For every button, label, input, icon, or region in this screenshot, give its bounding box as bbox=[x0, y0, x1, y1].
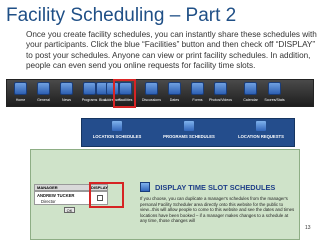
nav-label: Forms bbox=[192, 98, 203, 102]
nav-item-home[interactable]: Home bbox=[11, 80, 30, 107]
nav-item-forms[interactable]: Forms bbox=[188, 80, 207, 107]
display-highlight-box bbox=[89, 182, 124, 208]
facilities-highlight-box bbox=[113, 79, 136, 108]
display-schedules-area: MANAGER DISPLAY ANDREW TUCKER Director O… bbox=[30, 149, 300, 240]
calendar-icon bbox=[244, 82, 257, 95]
photos-icon bbox=[214, 82, 227, 95]
manager-role: Director bbox=[41, 199, 56, 204]
programs-icon bbox=[184, 121, 194, 131]
home-icon bbox=[14, 82, 27, 95]
nav-item-discussions[interactable]: Discussions bbox=[142, 80, 161, 107]
slide-title: Facility Scheduling – Part 2 bbox=[6, 5, 237, 26]
nav-label: News bbox=[62, 98, 71, 102]
general-icon bbox=[37, 82, 50, 95]
nav-label: Photos/Videos bbox=[208, 98, 233, 102]
nav-label: Dates bbox=[169, 98, 180, 102]
location-requests-button[interactable]: LOCATION REQUESTS bbox=[234, 119, 288, 147]
manager-column-header: MANAGER bbox=[34, 184, 90, 191]
news-icon bbox=[60, 82, 73, 95]
ok-button[interactable]: OK bbox=[64, 207, 75, 213]
manager-name: ANDREW TUCKER bbox=[37, 193, 75, 198]
location-icon bbox=[112, 121, 122, 131]
slide-body-text: Once you create facility schedules, you … bbox=[26, 30, 317, 71]
panel-button-label: LOCATION SCHEDULES bbox=[92, 134, 142, 139]
programs-schedules-button[interactable]: PROGRAMS SCHEDULES bbox=[162, 119, 216, 147]
nav-item-news[interactable]: News bbox=[57, 80, 76, 107]
panel-button-label: PROGRAMS SCHEDULES bbox=[163, 134, 215, 139]
nav-label: General bbox=[37, 98, 50, 102]
manager-cell: ANDREW TUCKER Director bbox=[34, 191, 90, 205]
scores-icon bbox=[268, 82, 281, 95]
nav-label: Discussions bbox=[141, 98, 162, 102]
nav-item-photos-videos[interactable]: Photos/Videos bbox=[208, 80, 233, 107]
nav-label: Scores/Stats bbox=[264, 98, 285, 102]
schedule-title: DISPLAY TIME SLOT SCHEDULES bbox=[155, 183, 276, 192]
location-schedules-button[interactable]: LOCATION SCHEDULES bbox=[90, 119, 144, 147]
app-nav-bar: Home General News Programs Bios Addresse… bbox=[6, 79, 314, 107]
schedule-icon bbox=[140, 182, 150, 192]
nav-item-general[interactable]: General bbox=[34, 80, 53, 107]
nav-item-scores-stats[interactable]: Scores/Stats bbox=[264, 80, 285, 107]
discussions-icon bbox=[145, 82, 158, 95]
forms-icon bbox=[191, 82, 204, 95]
dates-icon bbox=[168, 82, 181, 95]
schedule-description: If you choose, you can duplicate a manag… bbox=[140, 196, 295, 224]
nav-item-calendar[interactable]: Calendar bbox=[241, 80, 260, 107]
panel-button-label: LOCATION REQUESTS bbox=[238, 134, 284, 139]
nav-item-dates[interactable]: Dates bbox=[165, 80, 184, 107]
nav-label: Home bbox=[15, 98, 26, 102]
requests-icon bbox=[256, 121, 266, 131]
page-number: 13 bbox=[305, 225, 311, 231]
nav-label: Calendar bbox=[243, 98, 258, 102]
facilities-panel: LOCATION SCHEDULES PROGRAMS SCHEDULES LO… bbox=[81, 118, 295, 147]
